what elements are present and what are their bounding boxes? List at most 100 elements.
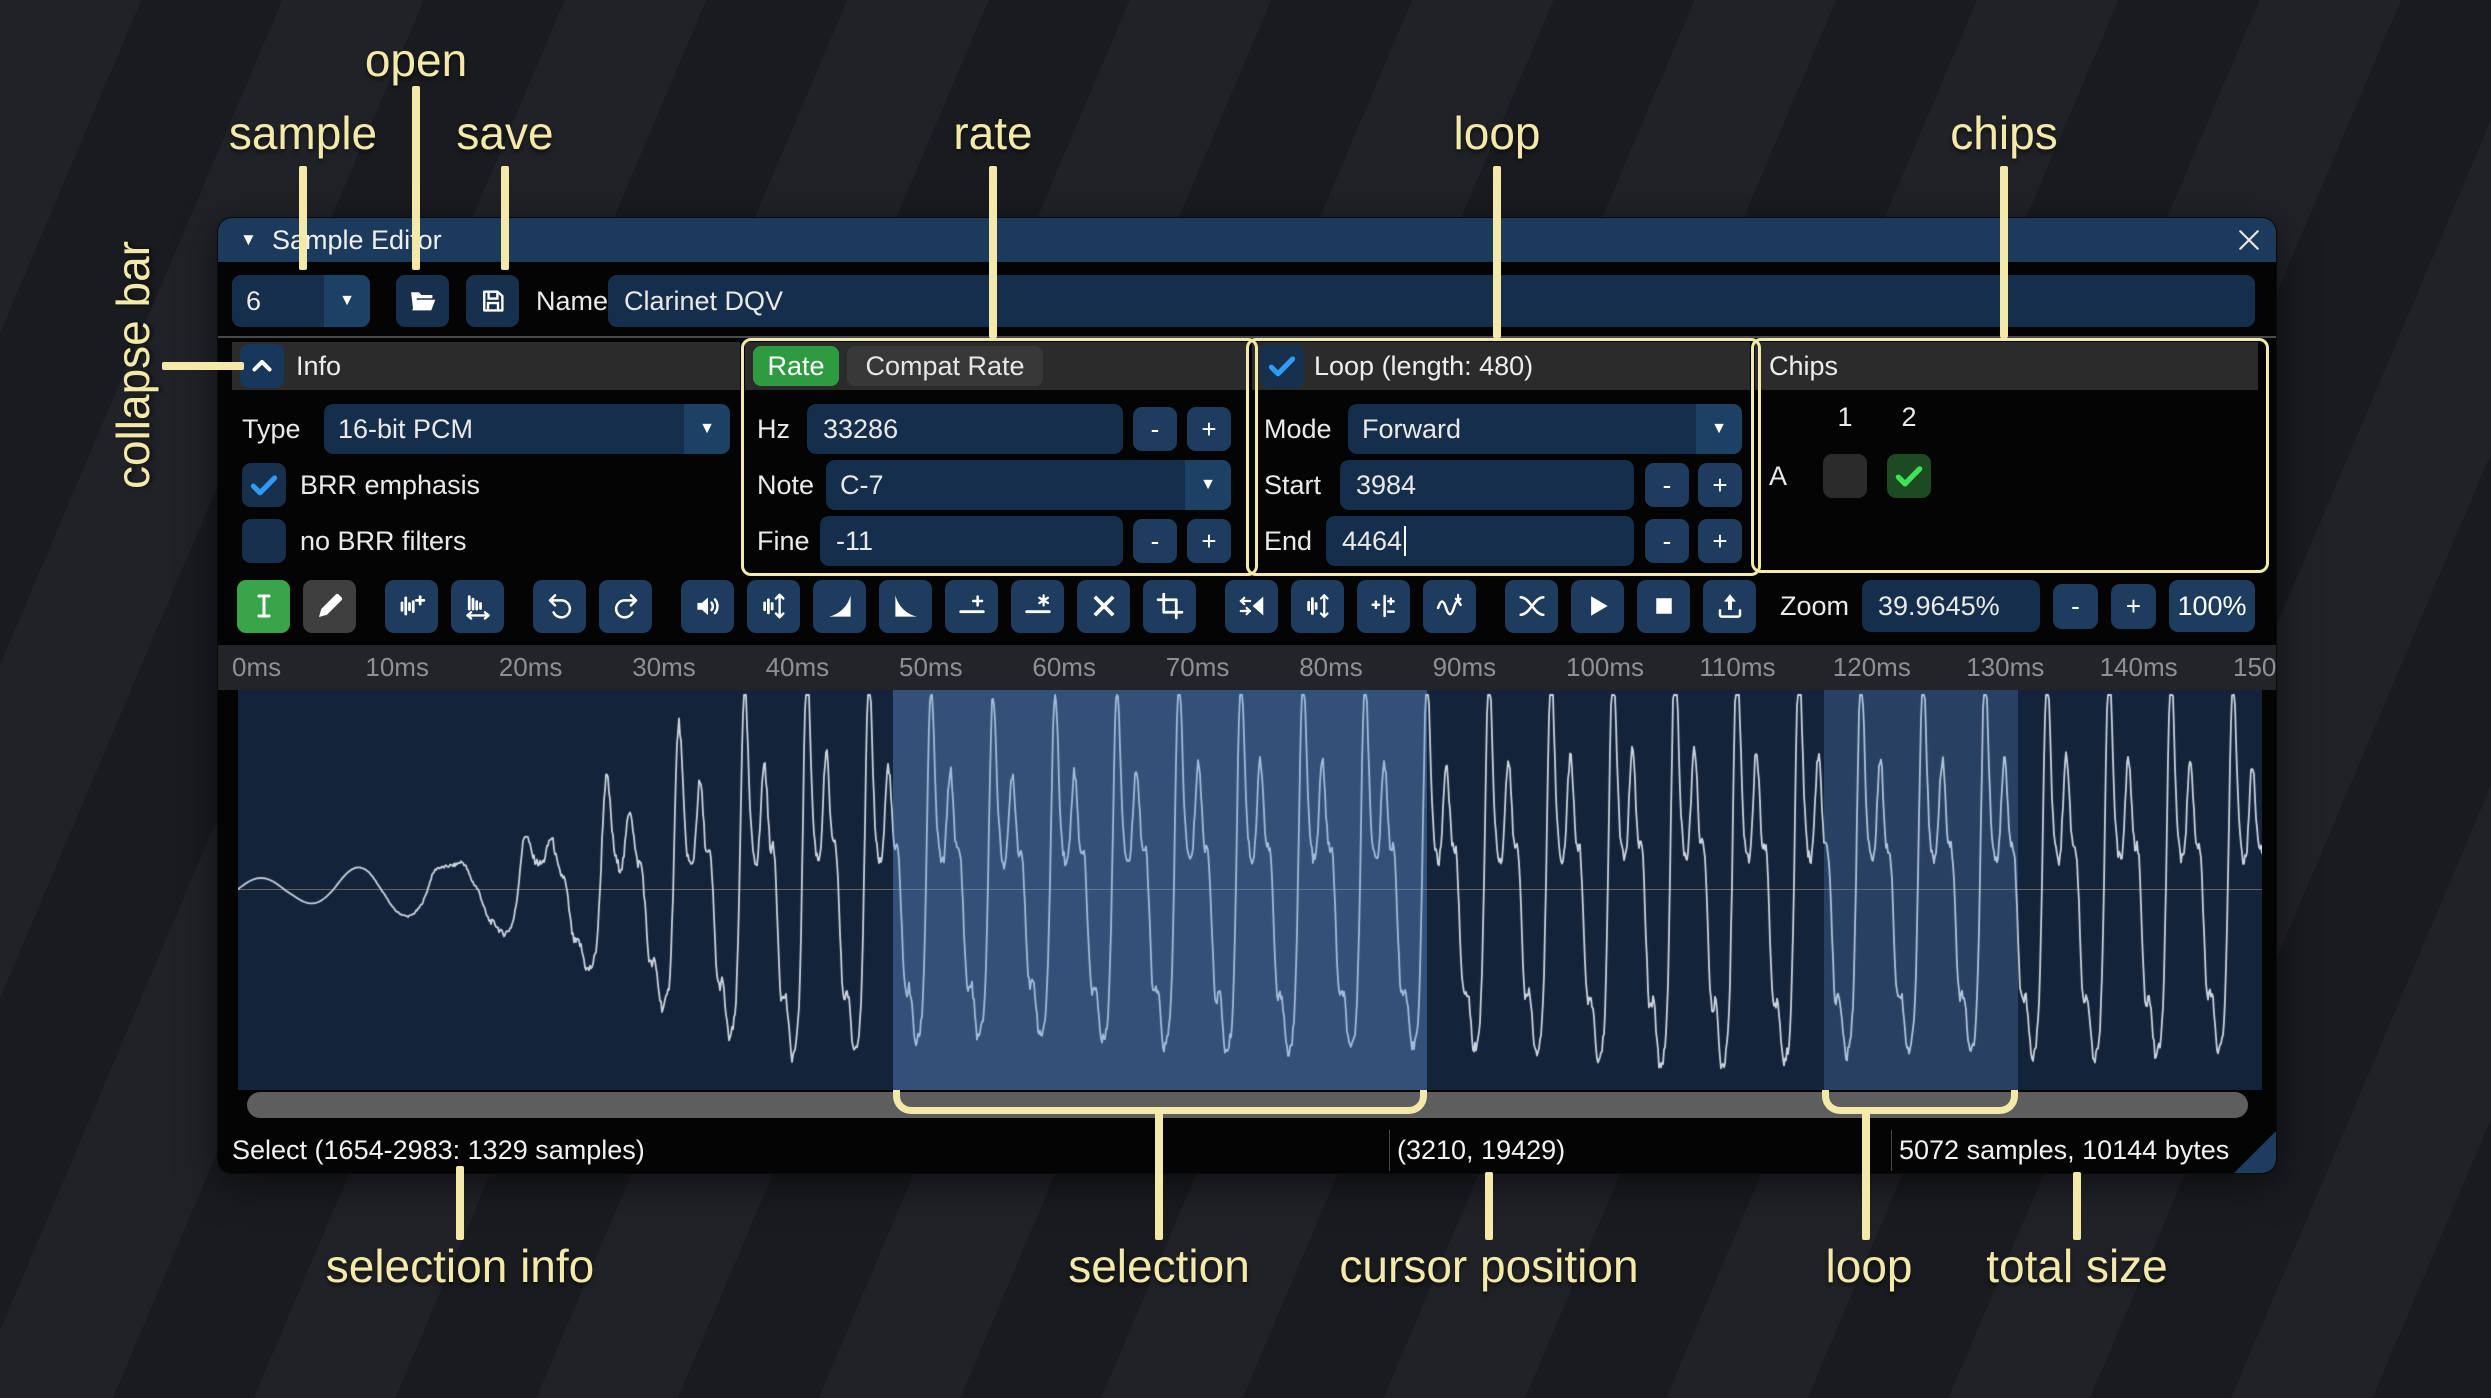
amplify-button[interactable] bbox=[681, 579, 734, 633]
annotation-line-selection bbox=[1155, 1112, 1163, 1240]
ruler-label: 90ms bbox=[1432, 652, 1497, 682]
reverse-button[interactable] bbox=[1225, 579, 1278, 633]
resample-button[interactable] bbox=[451, 579, 504, 633]
fade-in-icon bbox=[828, 595, 851, 617]
chevron-up-icon bbox=[252, 359, 272, 372]
annotation-line-rate bbox=[989, 166, 997, 338]
ruler-label: 40ms bbox=[765, 652, 830, 682]
cursor-position-text: (3210, 19429) bbox=[1397, 1135, 1566, 1165]
annotation-line-collapse-bar bbox=[162, 362, 244, 370]
crossfade-button[interactable] bbox=[1505, 579, 1558, 633]
sample-number-combo[interactable]: 6 ▼ bbox=[232, 275, 370, 327]
annotation-line-cursor-position bbox=[1485, 1172, 1493, 1240]
annotation-rate: rate bbox=[953, 107, 1033, 159]
waveform-view[interactable] bbox=[238, 690, 2262, 1090]
invert-button[interactable] bbox=[1291, 579, 1344, 633]
invert-icon bbox=[1306, 594, 1329, 618]
annotation-collapse-bar: collapse bar bbox=[107, 240, 159, 490]
resize-button[interactable] bbox=[385, 579, 438, 633]
ruler-label: 140ms bbox=[2099, 652, 2178, 682]
normalize-button[interactable] bbox=[747, 579, 800, 633]
signed-unsigned-icon bbox=[1371, 594, 1395, 618]
ruler-label: 30ms bbox=[632, 652, 696, 682]
selection-info-text: Select (1654-2983: 1329 samples) bbox=[232, 1135, 645, 1165]
sample-number-value: 6 bbox=[246, 286, 262, 316]
ruler-label: 60ms bbox=[1032, 652, 1096, 682]
ruler-label: 100ms bbox=[1566, 652, 1645, 682]
no-brr-filters-label: no BRR filters bbox=[300, 526, 467, 556]
filter-button[interactable] bbox=[1423, 579, 1476, 633]
save-sample-button[interactable] bbox=[466, 275, 519, 327]
annotation-loop-top: loop bbox=[1453, 107, 1541, 159]
draw-tool-button[interactable] bbox=[303, 579, 356, 633]
status-divider bbox=[1389, 1130, 1390, 1171]
annotation-box-chips bbox=[1751, 338, 2269, 573]
stop-icon bbox=[1655, 598, 1672, 614]
select-tool-button[interactable] bbox=[237, 579, 290, 633]
fade-out-icon bbox=[894, 595, 917, 617]
trim-button[interactable] bbox=[1143, 579, 1196, 633]
undo-icon bbox=[548, 594, 571, 619]
zoom-value-field[interactable]: 39.9645% bbox=[1862, 580, 2040, 632]
annotation-save: save bbox=[456, 107, 554, 159]
time-ruler[interactable]: 0ms 10ms 20ms 30ms 40ms 50ms 60ms 70ms 80ms 90ms 1… bbox=[218, 645, 2276, 690]
collapse-bar-button[interactable] bbox=[240, 344, 284, 388]
close-icon bbox=[2239, 230, 2259, 250]
chevron-down-icon[interactable]: ▼ bbox=[684, 404, 730, 454]
delete-button[interactable] bbox=[1077, 579, 1130, 633]
filter-icon bbox=[1436, 593, 1462, 616]
draw-tool-icon bbox=[318, 593, 342, 617]
annotation-total-size: total size bbox=[1986, 1240, 2168, 1292]
import-icon bbox=[1718, 594, 1741, 618]
annotation-line-loop-top bbox=[1493, 166, 1501, 338]
ruler-label: 20ms bbox=[498, 652, 563, 682]
apply-silence-button[interactable] bbox=[1011, 579, 1064, 633]
ruler-label: 150ms bbox=[2233, 652, 2276, 682]
signed-unsigned-button[interactable] bbox=[1357, 579, 1410, 633]
window-collapse-triangle-icon[interactable]: ▼ bbox=[240, 218, 257, 262]
redo-icon bbox=[614, 594, 637, 619]
ruler-label: 0ms bbox=[232, 652, 282, 682]
check-icon bbox=[250, 475, 278, 496]
ruler-label: 110ms bbox=[1699, 652, 1776, 682]
annotation-selection: selection bbox=[1068, 1240, 1250, 1292]
redo-button[interactable] bbox=[599, 579, 652, 633]
annotation-bracket-loop bbox=[1822, 1090, 2018, 1114]
insert-silence-icon bbox=[958, 595, 985, 614]
no-brr-filters-checkbox[interactable] bbox=[242, 519, 286, 563]
fade-out-button[interactable] bbox=[879, 579, 932, 633]
crossfade-icon bbox=[1518, 595, 1545, 617]
zoom-reset-button[interactable]: 100% bbox=[2169, 580, 2255, 632]
chevron-down-icon[interactable]: ▼ bbox=[324, 275, 370, 327]
import-button[interactable] bbox=[1703, 579, 1756, 633]
zoom-in-button[interactable]: + bbox=[2111, 583, 2156, 629]
brr-emphasis-checkbox[interactable] bbox=[242, 463, 286, 507]
delete-icon bbox=[1093, 595, 1114, 617]
total-size-text: 5072 samples, 10144 bytes bbox=[1899, 1135, 2230, 1165]
resize-icon bbox=[400, 595, 425, 616]
sample-toolbar: Zoom 39.9645% - + 100% bbox=[218, 575, 2276, 637]
close-button[interactable] bbox=[2234, 225, 2264, 255]
stop-button[interactable] bbox=[1637, 579, 1690, 633]
zoom-out-button[interactable]: - bbox=[2053, 583, 2098, 629]
fade-in-button[interactable] bbox=[813, 579, 866, 633]
annotation-line-sample bbox=[299, 166, 307, 270]
annotation-loop-bottom: loop bbox=[1825, 1240, 1913, 1292]
loop-region[interactable] bbox=[1824, 690, 2018, 1090]
resize-grip[interactable] bbox=[2234, 1131, 2276, 1173]
floppy-disk-icon bbox=[482, 290, 504, 312]
preview-button[interactable] bbox=[1571, 579, 1624, 633]
undo-button[interactable] bbox=[533, 579, 586, 633]
normalize-icon bbox=[762, 593, 785, 619]
folder-open-icon bbox=[410, 292, 435, 311]
selection-region[interactable] bbox=[893, 690, 1427, 1090]
titlebar[interactable]: ▼ Sample Editor bbox=[218, 218, 2276, 262]
trim-icon bbox=[1156, 592, 1183, 620]
insert-silence-button[interactable] bbox=[945, 579, 998, 633]
type-combo[interactable]: 16-bit PCM ▼ bbox=[324, 404, 730, 454]
reverse-icon bbox=[1239, 596, 1263, 616]
toolbar-buttons bbox=[237, 579, 1769, 633]
status-bar: Select (1654-2983: 1329 samples) (3210, … bbox=[218, 1128, 2276, 1173]
annotation-open: open bbox=[364, 34, 468, 86]
open-sample-button[interactable] bbox=[396, 275, 449, 327]
